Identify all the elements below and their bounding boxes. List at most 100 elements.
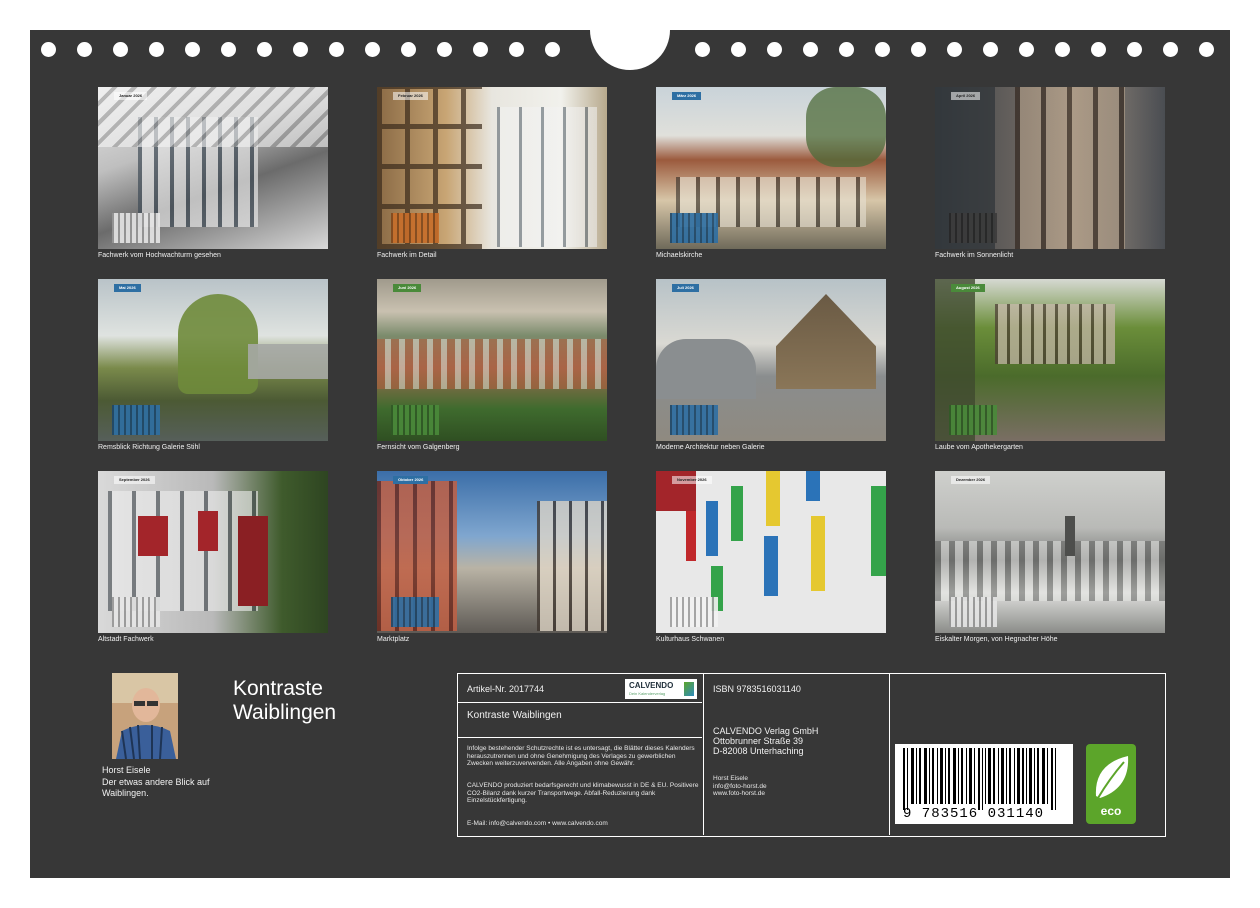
calvendo-logo-text: CALVENDO xyxy=(629,681,674,690)
month-tag: April 2026 xyxy=(951,92,981,100)
month-photo: September 2026 xyxy=(98,471,328,633)
mini-calendar xyxy=(112,213,160,243)
article-row: Artikel-Nr. 2017744 CALVENDO Dein Kalend… xyxy=(458,674,702,703)
binding-hole xyxy=(545,42,560,57)
month-photo: November 2026 xyxy=(656,471,886,633)
contact-email: E-Mail: info@calvendo.com • www.calvendo… xyxy=(467,820,608,827)
binding-hole xyxy=(875,42,890,57)
month-tag: Oktober 2026 xyxy=(393,476,429,484)
month-caption: Fachwerk im Detail xyxy=(377,252,437,259)
month-caption: Moderne Architektur neben Galerie xyxy=(656,444,765,451)
binding-hole xyxy=(911,42,926,57)
binding-hole xyxy=(185,42,200,57)
month-photo: Juni 2026 xyxy=(377,279,607,441)
month-photo: Mai 2026 xyxy=(98,279,328,441)
month-caption: Laube vom Apothekergarten xyxy=(935,444,1023,451)
product-title: Kontraste Waiblingen xyxy=(467,710,562,721)
month-tile-may: Mai 2026 Remsblick Richtung Galerie Stih… xyxy=(98,279,328,453)
barcode-number: 9 783516 031140 xyxy=(903,806,1045,822)
mini-calendar xyxy=(670,405,718,435)
binding-hole xyxy=(1199,42,1214,57)
month-caption: Altstadt Fachwerk xyxy=(98,636,154,643)
month-photo: Januar 2026 xyxy=(98,87,328,249)
month-tile-april: April 2026 Fachwerk im Sonnenlicht xyxy=(935,87,1165,261)
binding-hole xyxy=(1091,42,1106,57)
month-caption: Eiskalter Morgen, von Hegnacher Höhe xyxy=(935,636,1058,643)
mini-calendar xyxy=(949,597,997,627)
month-photo: Dezember 2026 xyxy=(935,471,1165,633)
month-caption: Fernsicht vom Galgenberg xyxy=(377,444,460,451)
month-tag: März 2026 xyxy=(672,92,702,100)
month-photo: März 2026 xyxy=(656,87,886,249)
calvendo-logo-mark-icon xyxy=(684,682,694,696)
binding-hole xyxy=(293,42,308,57)
month-caption: Remsblick Richtung Galerie Stihl xyxy=(98,444,200,451)
eco-badge: eco xyxy=(1086,744,1136,824)
month-tag: Mai 2026 xyxy=(114,284,141,292)
publisher-line: CALVENDO Verlag GmbH xyxy=(713,726,819,736)
month-tile-july: Juli 2026 Moderne Architektur neben Gale… xyxy=(656,279,886,453)
month-tag: September 2026 xyxy=(114,476,155,484)
month-tile-september: September 2026 Altstadt Fachwerk xyxy=(98,471,328,645)
hanger-notch xyxy=(590,0,670,70)
author-portrait xyxy=(112,673,178,759)
barcode: 9 783516 031140 xyxy=(895,744,1073,824)
binding-hole xyxy=(983,42,998,57)
mini-calendar xyxy=(391,405,439,435)
month-caption: Marktplatz xyxy=(377,636,410,643)
mini-calendar xyxy=(670,597,718,627)
publisher-line: D-82008 Unterhaching xyxy=(713,746,804,756)
binding-hole xyxy=(221,42,236,57)
author-contact-line: Horst Eisele xyxy=(713,775,749,782)
binding-hole xyxy=(1019,42,1034,57)
month-caption: Fachwerk im Sonnenlicht xyxy=(935,252,1014,259)
month-tile-march: März 2026 Michaelskirche xyxy=(656,87,886,261)
calvendo-logo: CALVENDO Dein Kalenderverlag xyxy=(625,679,697,699)
binding-hole xyxy=(1163,42,1178,57)
binding-holes xyxy=(30,0,1230,70)
binding-hole xyxy=(509,42,524,57)
month-tag: August 2026 xyxy=(951,284,985,292)
calvendo-logo-sub: Dein Kalenderverlag xyxy=(629,691,666,696)
mini-calendar xyxy=(112,597,160,627)
publisher-info-box: Artikel-Nr. 2017744 CALVENDO Dein Kalend… xyxy=(457,673,1166,837)
binding-hole xyxy=(473,42,488,57)
binding-hole xyxy=(257,42,272,57)
month-caption: Fachwerk vom Hochwachturm gesehen xyxy=(98,252,221,259)
mini-calendar xyxy=(391,597,439,627)
month-tile-january: Januar 2026 Fachwerk vom Hochwachturm ge… xyxy=(98,87,328,261)
mini-calendar xyxy=(670,213,718,243)
isbn: ISBN 9783516031140 xyxy=(713,684,801,694)
article-number: Artikel-Nr. 2017744 xyxy=(467,684,545,694)
calendar-title: Kontraste Waiblingen xyxy=(233,677,337,724)
author-name: Horst Eisele xyxy=(102,765,151,775)
month-photo: Februar 2026 xyxy=(377,87,607,249)
binding-hole xyxy=(41,42,56,57)
product-column: Artikel-Nr. 2017744 CALVENDO Dein Kalend… xyxy=(458,674,704,835)
author-contact: Horst Eisele info@foto-horst.de www.foto… xyxy=(713,775,767,798)
publisher-line: Ottobrunner Straße 39 xyxy=(713,736,804,746)
publisher-column: ISBN 9783516031140 CALVENDO Verlag GmbH … xyxy=(704,674,890,835)
mini-calendar xyxy=(391,213,439,243)
binding-hole xyxy=(767,42,782,57)
barcode-column: 9 783516 031140 eco xyxy=(890,674,1164,835)
binding-hole xyxy=(1055,42,1070,57)
binding-hole xyxy=(113,42,128,57)
author-contact-line: www.foto-horst.de xyxy=(713,790,766,798)
calendar-back-cover: Januar 2026 Fachwerk vom Hochwachturm ge… xyxy=(30,0,1230,878)
month-caption: Kulturhaus Schwanen xyxy=(656,636,725,643)
mini-calendar xyxy=(949,405,997,435)
binding-hole xyxy=(839,42,854,57)
month-tag: November 2026 xyxy=(672,476,712,484)
binding-hole xyxy=(947,42,962,57)
month-tile-october: Oktober 2026 Marktplatz xyxy=(377,471,607,645)
binding-hole xyxy=(695,42,710,57)
binding-hole xyxy=(803,42,818,57)
month-tag: Januar 2026 xyxy=(114,92,148,100)
binding-hole xyxy=(77,42,92,57)
product-title-row: Kontraste Waiblingen xyxy=(458,703,702,738)
month-tile-june: Juni 2026 Fernsicht vom Galgenberg xyxy=(377,279,607,453)
binding-hole xyxy=(329,42,344,57)
month-tile-december: Dezember 2026 Eiskalter Morgen, von Hegn… xyxy=(935,471,1165,645)
month-photo: April 2026 xyxy=(935,87,1165,249)
